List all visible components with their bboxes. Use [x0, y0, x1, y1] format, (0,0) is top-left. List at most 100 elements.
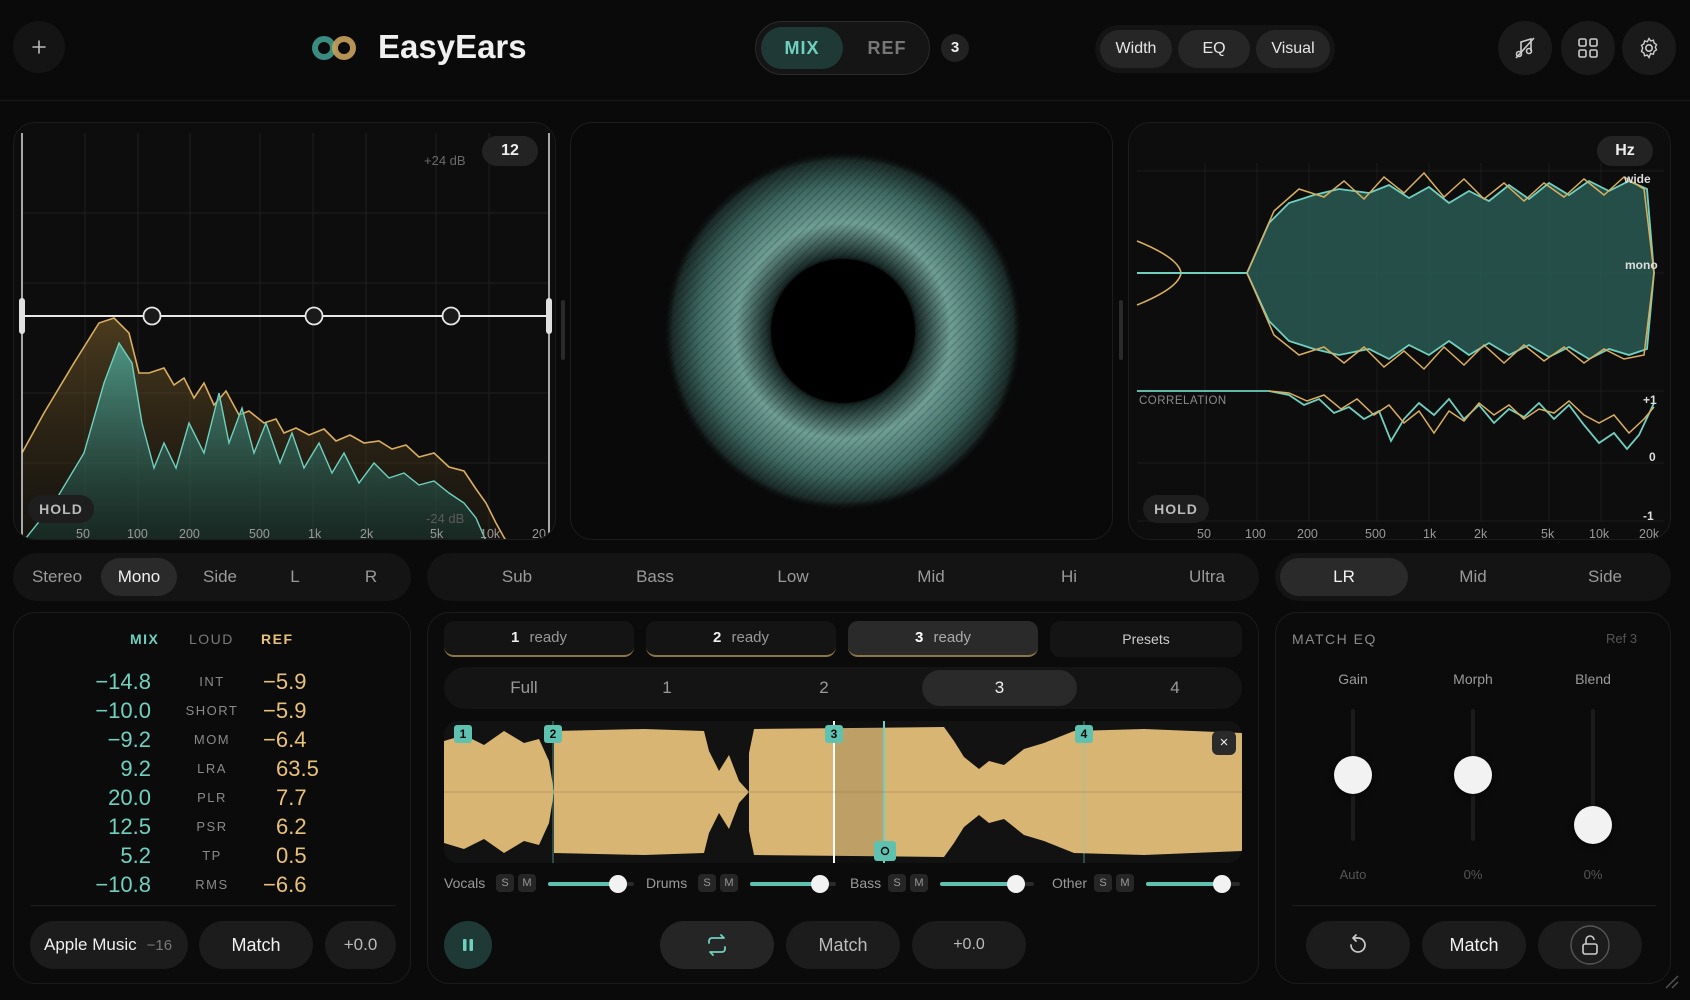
section-3[interactable]: 3: [922, 670, 1077, 706]
stem-other-mute[interactable]: M: [1116, 874, 1134, 892]
section-marker-3[interactable]: 3: [825, 725, 843, 743]
waveform-view[interactable]: 1 2 3 4 ×: [444, 721, 1242, 863]
stem-drums-solo[interactable]: S: [698, 874, 716, 892]
presets-button[interactable]: Presets: [1050, 621, 1242, 657]
tab-width[interactable]: Width: [1100, 30, 1172, 68]
gain-slider[interactable]: [1334, 709, 1372, 841]
stem-other-thumb[interactable]: [1213, 875, 1231, 893]
tab-r[interactable]: R: [341, 567, 401, 587]
tab-hi[interactable]: Hi: [1019, 567, 1119, 587]
loop-handle[interactable]: [874, 841, 896, 861]
gain-value: Auto: [1339, 867, 1367, 882]
collapse-icon: [32, 40, 46, 54]
ref-button[interactable]: REF: [851, 38, 923, 59]
gear-icon: [1640, 37, 1658, 59]
section-1[interactable]: 1: [632, 678, 702, 698]
ref-offset-button[interactable]: +0.0: [912, 921, 1026, 969]
target-value: −16: [146, 936, 173, 954]
loudness-offset-button[interactable]: +0.0: [325, 921, 396, 969]
gain-knob[interactable]: [1334, 756, 1372, 794]
tab-mid[interactable]: Mid: [881, 567, 981, 587]
tab-sub[interactable]: Sub: [467, 567, 567, 587]
ref-slot-3[interactable]: 3 ready: [848, 621, 1038, 657]
ref-count-badge: 3: [941, 34, 969, 62]
section-marker-2[interactable]: 2: [544, 725, 562, 743]
loudness-match-button[interactable]: Match: [199, 921, 313, 969]
unit-toggle[interactable]: Hz: [1597, 136, 1653, 166]
section-full[interactable]: Full: [474, 678, 574, 698]
freq-tick: 10k: [480, 527, 501, 540]
lock-button[interactable]: [1538, 921, 1642, 969]
stem-drums-slider[interactable]: [750, 875, 836, 893]
tab-lr[interactable]: LR: [1280, 558, 1408, 596]
reset-button[interactable]: [1306, 921, 1410, 969]
blend-slider[interactable]: [1574, 709, 1612, 844]
tab-l[interactable]: L: [265, 567, 325, 587]
stem-bass-mute[interactable]: M: [910, 874, 928, 892]
label-tp: TP: [202, 848, 222, 863]
freq-tick: 50: [76, 527, 90, 540]
freq-tick: 100: [1245, 527, 1266, 540]
db-top-label: +24 dB: [424, 153, 466, 168]
tab-eq[interactable]: EQ: [1178, 30, 1250, 68]
morph-slider[interactable]: [1454, 709, 1492, 841]
stem-vocals-solo[interactable]: S: [496, 874, 514, 892]
stem-vocals-thumb[interactable]: [609, 875, 627, 893]
stem-other-solo[interactable]: S: [1094, 874, 1112, 892]
stem-drums-thumb[interactable]: [811, 875, 829, 893]
morph-knob[interactable]: [1454, 756, 1492, 794]
stem-drums-label: Drums: [646, 875, 688, 891]
loop-toggle-button[interactable]: [660, 921, 774, 969]
tab-stereo[interactable]: Stereo: [17, 567, 97, 587]
section-tab-bar: Full 1 2 3 4: [444, 667, 1242, 709]
mix-psr: 12.5: [108, 814, 151, 839]
stem-other-slider[interactable]: [1146, 875, 1240, 893]
unlock-icon: [1570, 925, 1610, 965]
stem-bass-solo[interactable]: S: [888, 874, 906, 892]
stem-vocals-mute[interactable]: M: [518, 874, 536, 892]
stem-drums-mute[interactable]: M: [720, 874, 738, 892]
stem-vocals-label: Vocals: [444, 875, 486, 891]
tab-side[interactable]: Side: [185, 567, 255, 587]
stem-vocals-slider[interactable]: [548, 875, 634, 893]
resolution-badge[interactable]: 12: [482, 136, 538, 166]
hold-button[interactable]: HOLD: [1143, 495, 1209, 523]
section-2[interactable]: 2: [789, 678, 859, 698]
tab-side-mode[interactable]: Side: [1555, 567, 1655, 587]
section-marker-1[interactable]: 1: [454, 725, 472, 743]
tab-low[interactable]: Low: [743, 567, 843, 587]
layout-button[interactable]: [1561, 21, 1615, 75]
mute-button[interactable]: [1498, 21, 1552, 75]
mix-button[interactable]: MIX: [761, 27, 843, 69]
settings-button[interactable]: [1622, 21, 1676, 75]
tab-mid-mode[interactable]: Mid: [1423, 567, 1523, 587]
spectrum-panel[interactable]: 12 +24 dB -24 dB HOLD 50 100 200 500 1k …: [13, 122, 556, 540]
stem-bass-slider[interactable]: [940, 875, 1034, 893]
stem-bass-thumb[interactable]: [1007, 875, 1025, 893]
blend-knob[interactable]: [1574, 806, 1612, 844]
clear-selection-button[interactable]: ×: [1212, 731, 1236, 755]
loudness-target-select[interactable]: Apple Music −16: [30, 921, 188, 969]
tab-ultra[interactable]: Ultra: [1157, 567, 1257, 587]
tab-bass[interactable]: Bass: [605, 567, 705, 587]
db-bottom-label: -24 dB: [426, 511, 465, 526]
stem-vocals-fill: [548, 882, 617, 886]
ref-match-button[interactable]: Match: [786, 921, 900, 969]
pause-button[interactable]: [444, 921, 492, 969]
section-4[interactable]: 4: [1140, 678, 1210, 698]
hold-button[interactable]: HOLD: [28, 495, 94, 523]
ref-slot-1[interactable]: 1 ready: [444, 621, 634, 657]
width-panel[interactable]: Hz wide mono CORRELATION +1 0 -1 HOLD 50…: [1128, 122, 1671, 540]
label-rms: RMS: [195, 877, 229, 892]
match-eq-match-button[interactable]: Match: [1422, 921, 1526, 969]
ref-slot-2[interactable]: 2 ready: [646, 621, 836, 657]
resize-handle-right[interactable]: [1119, 300, 1123, 360]
resize-grip[interactable]: [1660, 970, 1680, 990]
tab-mono[interactable]: Mono: [101, 558, 177, 596]
tab-visual[interactable]: Visual: [1256, 30, 1330, 68]
resize-handle-left[interactable]: [561, 300, 565, 360]
freq-tick: 5k: [1541, 527, 1555, 540]
collapse-button[interactable]: [13, 21, 65, 73]
ref-plr: 7.7: [276, 785, 307, 810]
section-marker-4[interactable]: 4: [1075, 725, 1093, 743]
